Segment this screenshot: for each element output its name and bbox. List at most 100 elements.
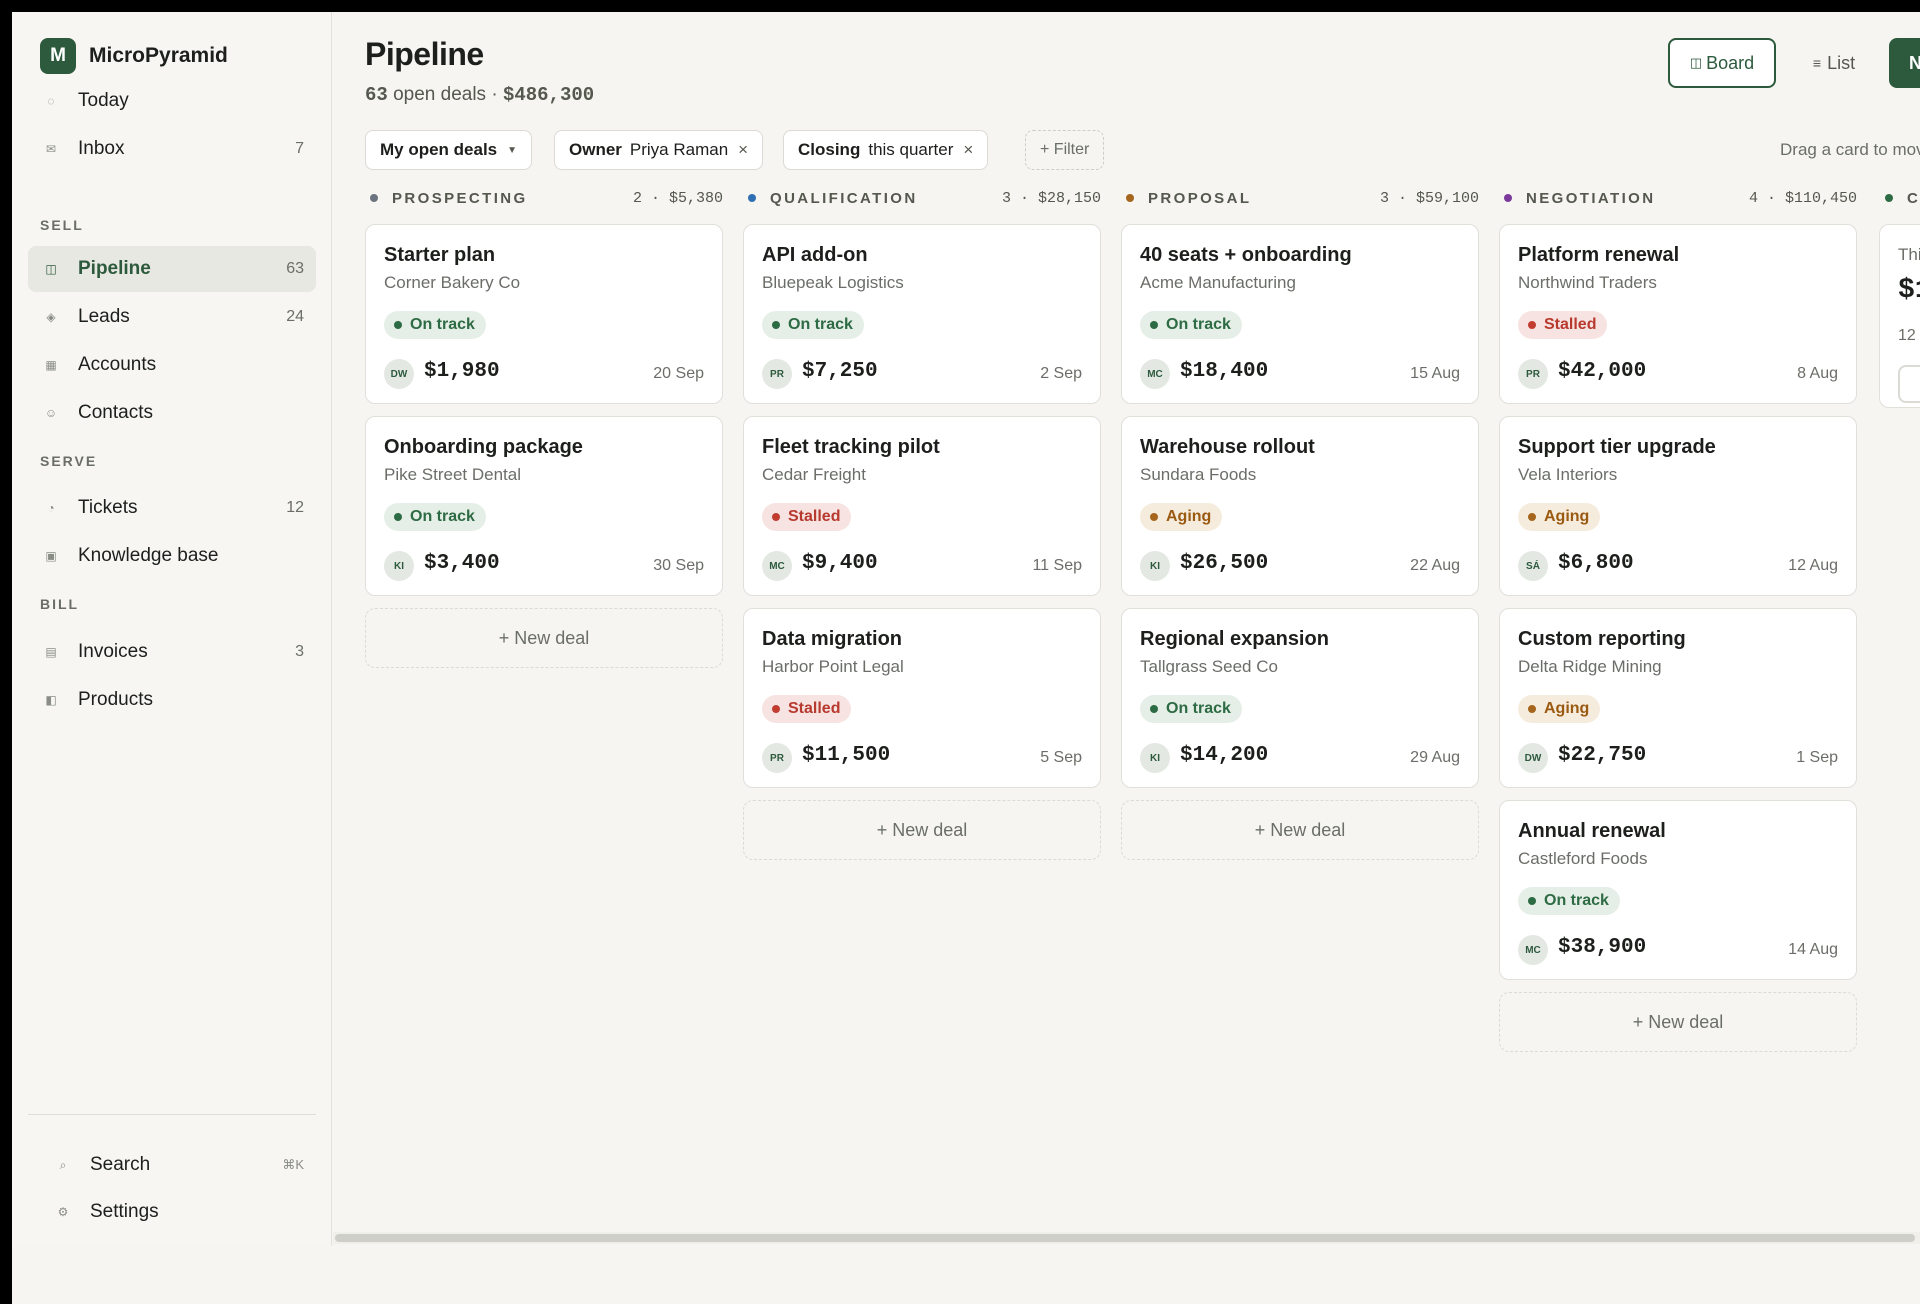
deals-text: open deals · bbox=[393, 84, 498, 105]
deal-card[interactable]: Fleet tracking pilot Cedar Freight Stalled… bbox=[743, 416, 1101, 596]
card-button[interactable] bbox=[1898, 365, 1920, 403]
status-label: Stalled bbox=[788, 508, 841, 525]
sidebar-item-invoices[interactable]: ▤ Invoices 3 bbox=[28, 629, 316, 675]
deal-company: Pike Street Dental bbox=[384, 465, 522, 484]
sidebar-item-contacts[interactable]: ☺ Contacts bbox=[28, 390, 316, 436]
column-closing: CL bbox=[1880, 184, 1920, 212]
sidebar-item-pipeline[interactable]: ◫ Pipeline 63 bbox=[28, 246, 316, 292]
deal-card[interactable]: 40 seats + onboarding Acme Manufacturing O… bbox=[1121, 224, 1479, 404]
deal-amount: $6,800 bbox=[1558, 552, 1634, 575]
deal-title: Onboarding package bbox=[384, 436, 583, 458]
avatar: PR bbox=[762, 743, 792, 773]
status-badge: On track bbox=[1140, 311, 1242, 339]
deal-card[interactable]: Annual renewal Castleford Foods On track MC… bbox=[1499, 800, 1857, 980]
avatar: KI bbox=[1140, 551, 1170, 581]
count-badge: 63 bbox=[286, 260, 304, 277]
status-dot bbox=[1528, 705, 1536, 713]
column-title: QUALIFICATION bbox=[770, 189, 918, 207]
view-selector-label: My open deals bbox=[380, 140, 498, 159]
column-title: CL bbox=[1907, 189, 1920, 207]
sidebar-item-search[interactable]: ⌕ Search ⌘K bbox=[40, 1142, 316, 1188]
deal-card[interactable]: Platform renewal Northwind Traders Stalled… bbox=[1499, 224, 1857, 404]
sidebar-divider bbox=[28, 1114, 316, 1115]
sidebar-item-inbox[interactable]: ✉ Inbox 7 bbox=[28, 126, 316, 172]
add-filter-button[interactable]: + Filter bbox=[1025, 130, 1105, 170]
section-label-serve: SERVE bbox=[40, 453, 98, 469]
status-badge: Aging bbox=[1140, 503, 1223, 531]
deal-card[interactable]: Starter plan Corner Bakery Co On track DW $1… bbox=[365, 224, 723, 404]
status-label: On track bbox=[1544, 892, 1609, 909]
sidebar-item-tickets[interactable]: ◔ Tickets 12 bbox=[28, 485, 316, 531]
deal-card[interactable]: Onboarding package Pike Street Dental On t… bbox=[365, 416, 723, 596]
sidebar-item-label: Invoices bbox=[78, 641, 148, 662]
close-icon[interactable]: × bbox=[963, 140, 973, 160]
list-view-button[interactable]: ≡ List bbox=[1795, 38, 1873, 88]
brand[interactable]: M MicroPyramid bbox=[40, 38, 228, 74]
deal-company: Sundara Foods bbox=[1140, 465, 1257, 484]
status-dot bbox=[748, 194, 756, 202]
sidebar-item-accounts[interactable]: ▦ Accounts bbox=[28, 342, 316, 388]
drag-hint: Drag a card to move bbox=[1780, 140, 1920, 159]
deal-title: Platform renewal bbox=[1518, 244, 1680, 266]
deal-company: Acme Manufacturing bbox=[1140, 273, 1296, 292]
deal-company: Bluepeak Logistics bbox=[762, 273, 904, 292]
status-badge: Aging bbox=[1518, 695, 1601, 723]
sidebar-item-label: Accounts bbox=[78, 354, 157, 375]
new-deal-button[interactable]: N bbox=[1889, 38, 1920, 88]
sidebar-item-label: Inbox bbox=[78, 138, 125, 159]
board-icon: ◫ bbox=[1689, 55, 1703, 70]
deal-amount: $9,400 bbox=[802, 552, 878, 575]
new-deal-button[interactable]: + New deal bbox=[365, 608, 723, 668]
column-summary: 2 · $5,380 bbox=[632, 189, 723, 207]
sidebar-item-knowledge-base[interactable]: ▣ Knowledge base bbox=[28, 533, 316, 579]
deal-card[interactable]: API add-on Bluepeak Logistics On track PR $7… bbox=[743, 224, 1101, 404]
deal-card[interactable]: Warehouse rollout Sundara Foods Aging KI $26… bbox=[1121, 416, 1479, 596]
avatar: KI bbox=[1140, 743, 1170, 773]
view-selector[interactable]: My open deals ▼ bbox=[365, 130, 533, 170]
status-dot bbox=[1528, 513, 1536, 521]
filter-value: this quarter bbox=[868, 140, 954, 159]
sidebar-item-label: Tickets bbox=[78, 497, 138, 518]
close-icon[interactable]: × bbox=[738, 140, 748, 160]
status-dot bbox=[370, 194, 378, 202]
new-deal-button[interactable]: + New deal bbox=[743, 800, 1101, 860]
status-label: On track bbox=[1166, 700, 1231, 717]
new-deal-button[interactable]: + New deal bbox=[1121, 800, 1479, 860]
deal-amount: $3,400 bbox=[424, 552, 500, 575]
deal-card[interactable]: Data migration Harbor Point Legal Stalled P… bbox=[743, 608, 1101, 788]
deal-amount: $14,200 bbox=[1180, 744, 1269, 767]
sidebar-item-settings[interactable]: ⚙ Settings bbox=[40, 1189, 316, 1235]
owner-filter-chip[interactable]: Owner Priya Raman × bbox=[554, 130, 764, 170]
deal-company: Delta Ridge Mining bbox=[1518, 657, 1662, 676]
deal-card[interactable]: Regional expansion Tallgrass Seed Co On tr… bbox=[1121, 608, 1479, 788]
board-view-button[interactable]: ◫ Board bbox=[1668, 38, 1776, 88]
sidebar-item-leads[interactable]: ◈ Leads 24 bbox=[28, 294, 316, 340]
new-deal-button[interactable]: + New deal bbox=[1499, 992, 1857, 1052]
deal-meta: 12 bbox=[1898, 327, 1916, 344]
deal-card[interactable]: Custom reporting Delta Ridge Mining Aging D… bbox=[1499, 608, 1857, 788]
status-dot bbox=[394, 513, 402, 521]
status-dot bbox=[394, 321, 402, 329]
leads-icon: ◈ bbox=[46, 310, 56, 324]
sidebar-item-label: Pipeline bbox=[78, 258, 151, 279]
section-label-bill: BILL bbox=[40, 596, 80, 612]
deal-close-date: 15 Aug bbox=[1410, 365, 1460, 382]
deal-company: Vela Interiors bbox=[1518, 465, 1618, 484]
status-dot bbox=[772, 513, 780, 521]
deal-title: Regional expansion bbox=[1140, 628, 1329, 650]
deal-title: 40 seats + onboarding bbox=[1140, 244, 1352, 266]
deal-company: Cedar Freight bbox=[762, 465, 866, 484]
scrollbar-thumb[interactable] bbox=[335, 1234, 1915, 1242]
status-badge: On track bbox=[762, 311, 864, 339]
horizontal-scrollbar[interactable] bbox=[333, 1232, 1920, 1244]
status-label: Stalled bbox=[1544, 316, 1597, 333]
deal-amount: $7,250 bbox=[802, 360, 878, 383]
deal-card[interactable]: Support tier upgrade Vela Interiors Aging S… bbox=[1499, 416, 1857, 596]
status-label: On track bbox=[410, 508, 475, 525]
sidebar-item-label: Leads bbox=[78, 306, 130, 327]
sidebar-item-products[interactable]: ◧ Products bbox=[28, 677, 316, 723]
closing-filter-chip[interactable]: Closing this quarter × bbox=[783, 130, 989, 170]
sidebar-item-today[interactable]: ◌ Today bbox=[28, 78, 316, 124]
deal-card-partial[interactable]: Thi $1 12 bbox=[1879, 224, 1920, 408]
sidebar-item-label: Search bbox=[90, 1154, 151, 1175]
